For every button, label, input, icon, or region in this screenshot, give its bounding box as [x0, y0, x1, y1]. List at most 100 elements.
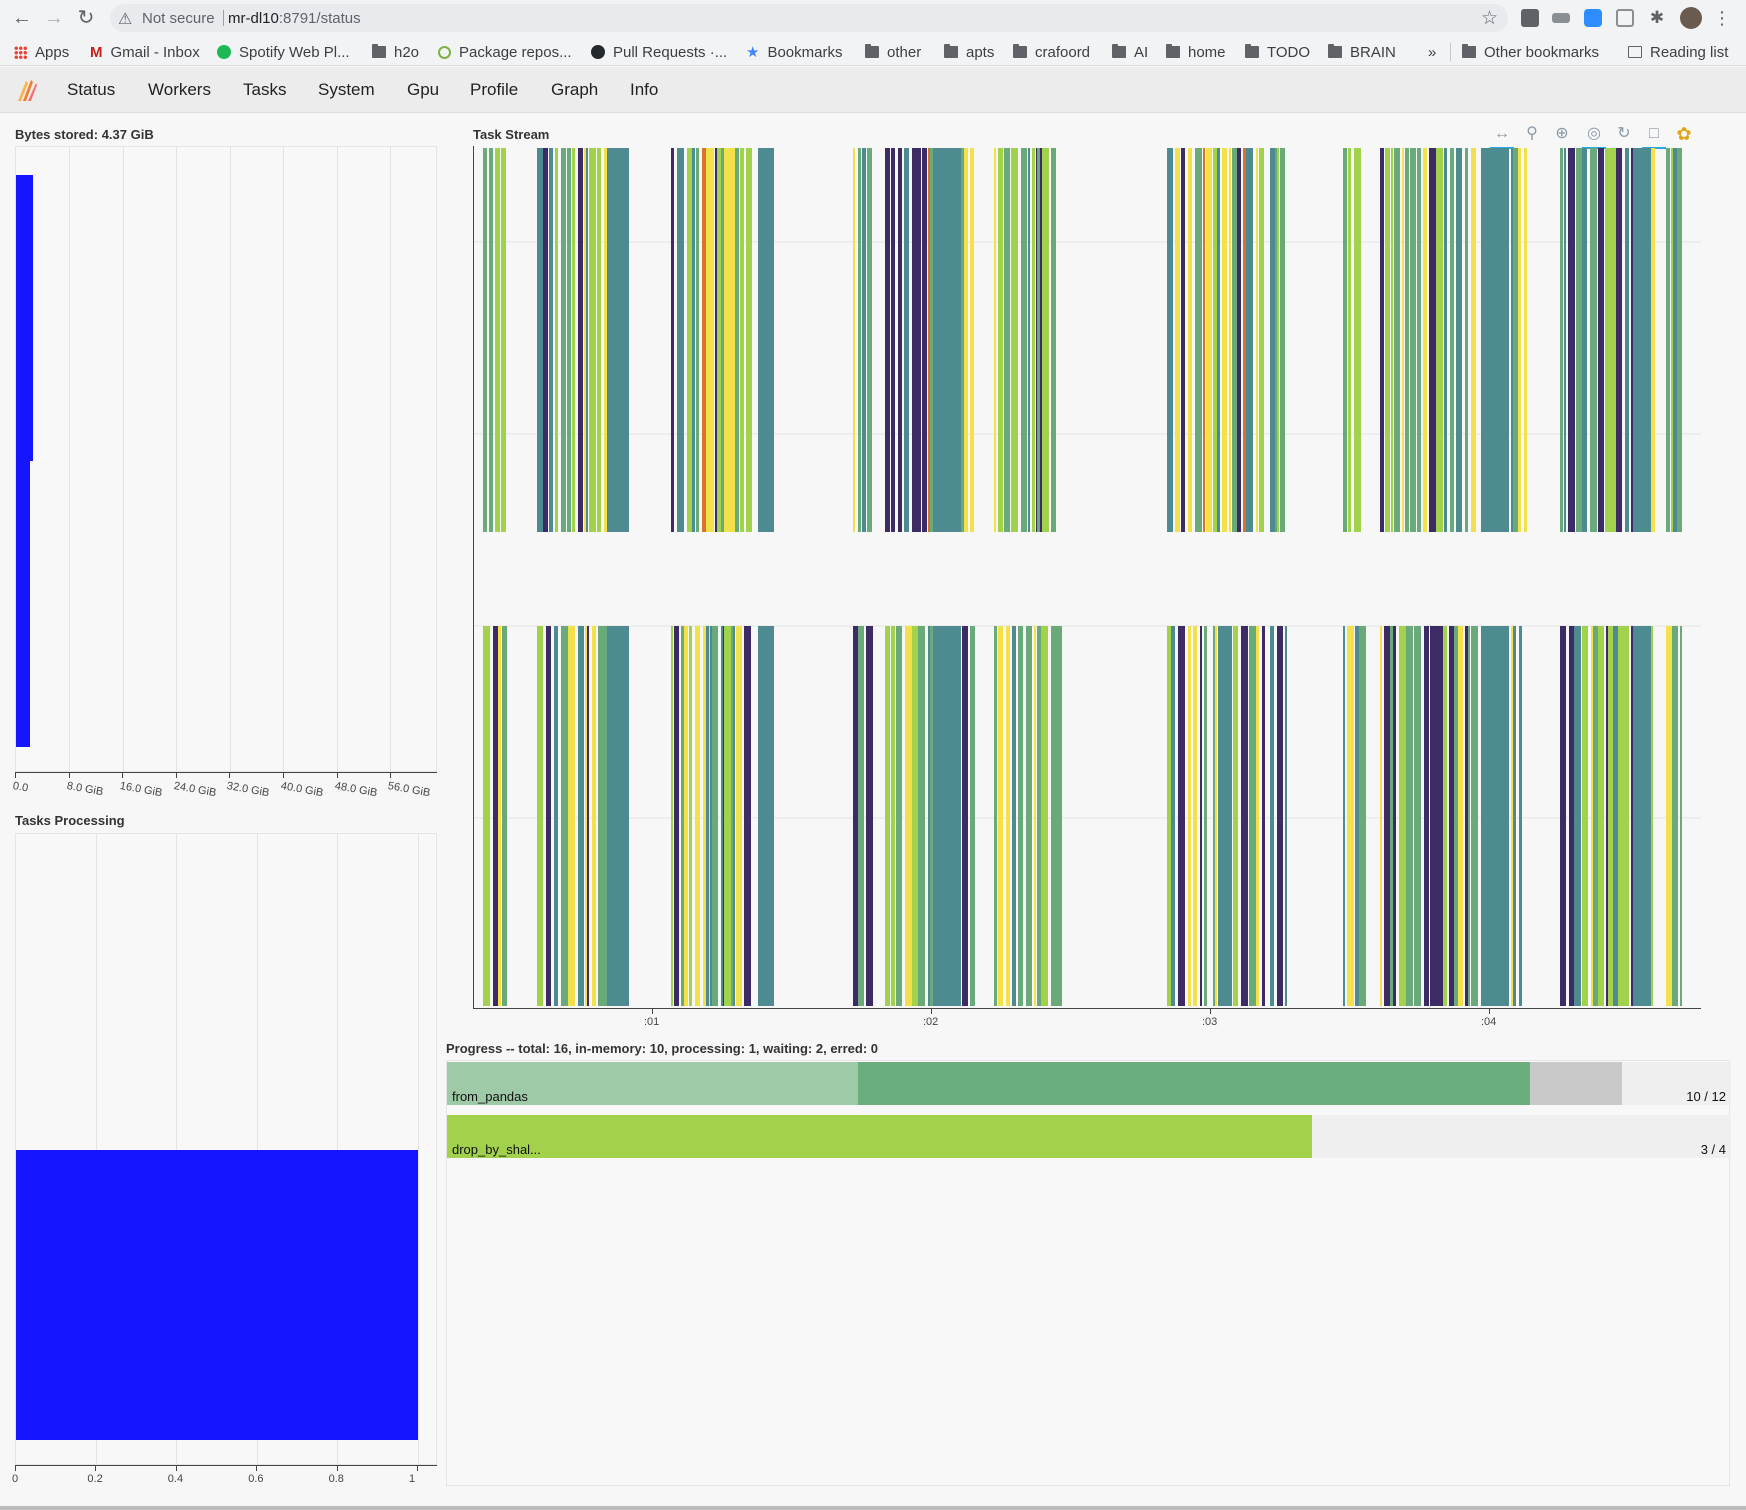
- task-stream-bar[interactable]: [1343, 626, 1345, 1006]
- task-stream-bar[interactable]: [1465, 626, 1468, 1006]
- task-stream-bar[interactable]: [1004, 148, 1010, 532]
- task-stream-bar[interactable]: [1051, 148, 1056, 532]
- task-stream-bar[interactable]: [1270, 626, 1274, 1006]
- task-stream-bar[interactable]: [709, 148, 714, 532]
- bookmark-package-repos[interactable]: Package repos...: [438, 42, 572, 62]
- task-stream-bar[interactable]: [1280, 148, 1285, 532]
- bookmark-gmail[interactable]: M Gmail - Inbox: [90, 42, 200, 62]
- wheel-zoom-icon[interactable]: ⊕: [1550, 122, 1574, 146]
- task-stream-bar[interactable]: [1225, 626, 1232, 1006]
- task-stream-bar[interactable]: [549, 148, 553, 532]
- task-stream-bar[interactable]: [1560, 626, 1566, 1006]
- task-stream-bar[interactable]: [1569, 626, 1574, 1006]
- task-stream-bar[interactable]: [1633, 148, 1651, 532]
- hover-tool-icon[interactable]: □: [1642, 122, 1666, 149]
- task-stream-bar[interactable]: [1277, 626, 1283, 1006]
- task-stream-bar[interactable]: [744, 626, 751, 1006]
- task-stream-bar[interactable]: [1218, 626, 1225, 1006]
- task-stream-bar[interactable]: [1012, 626, 1016, 1006]
- task-stream-bar[interactable]: [858, 626, 864, 1006]
- task-stream-bar[interactable]: [1633, 626, 1651, 1006]
- puzzle-extensions-icon[interactable]: ✱: [1645, 6, 1669, 30]
- task-stream-bar[interactable]: [1402, 148, 1404, 532]
- progress-row-drop-by-shal[interactable]: drop_by_shal... 3 / 4: [447, 1115, 1731, 1158]
- task-stream-bar[interactable]: [578, 148, 583, 532]
- task-stream-bar[interactable]: [1399, 626, 1406, 1006]
- task-stream-bar[interactable]: [885, 148, 890, 532]
- tasks-processing-bar[interactable]: [16, 1150, 418, 1440]
- task-stream-bar[interactable]: [733, 626, 735, 1006]
- task-stream-bar[interactable]: [740, 148, 744, 532]
- task-stream-bar[interactable]: [721, 148, 723, 532]
- task-stream-bar[interactable]: [1394, 148, 1400, 532]
- task-stream-bar[interactable]: [689, 626, 692, 1006]
- task-stream-bar[interactable]: [912, 626, 918, 1006]
- bookmark-todo[interactable]: TODO: [1245, 42, 1310, 62]
- task-stream-bar[interactable]: [933, 148, 961, 532]
- task-stream-bar[interactable]: [1405, 148, 1409, 532]
- task-stream-bar[interactable]: [1345, 148, 1347, 532]
- task-stream-bar[interactable]: [1513, 626, 1516, 1006]
- task-stream-bar[interactable]: [758, 626, 774, 1006]
- task-stream-bar[interactable]: [1524, 148, 1527, 532]
- task-stream-bar[interactable]: [1582, 148, 1587, 532]
- task-stream-bar[interactable]: [1590, 148, 1597, 532]
- task-stream-bar[interactable]: [961, 148, 964, 532]
- bookmark-brain[interactable]: BRAIN: [1328, 42, 1396, 62]
- task-stream-bar[interactable]: [1481, 148, 1509, 532]
- task-stream-bar[interactable]: [1355, 626, 1359, 1006]
- task-stream-bar[interactable]: [758, 148, 774, 532]
- task-stream-bar[interactable]: [1243, 148, 1246, 532]
- task-stream-bar[interactable]: [1348, 148, 1351, 532]
- task-stream-bar[interactable]: [493, 626, 498, 1006]
- task-stream-bar[interactable]: [1206, 148, 1212, 532]
- task-stream-bar[interactable]: [735, 148, 739, 532]
- task-stream-bar[interactable]: [607, 148, 629, 532]
- bookmark-apts[interactable]: apts: [944, 42, 994, 62]
- task-stream-bar[interactable]: [587, 626, 589, 1006]
- task-stream-bar[interactable]: [1564, 148, 1566, 532]
- task-stream-bar[interactable]: [1677, 148, 1679, 532]
- task-stream-bar[interactable]: [568, 626, 575, 1006]
- task-stream-bar[interactable]: [1680, 626, 1682, 1006]
- task-stream-bar[interactable]: [1666, 148, 1670, 532]
- task-stream-bar[interactable]: [1167, 148, 1173, 532]
- task-stream-bar[interactable]: [1270, 148, 1275, 532]
- task-stream-bar[interactable]: [962, 626, 968, 1006]
- task-stream-bar[interactable]: [736, 626, 742, 1006]
- task-stream-bar[interactable]: [1568, 148, 1575, 532]
- task-stream-bar[interactable]: [1671, 148, 1673, 532]
- task-stream-bar[interactable]: [1034, 626, 1036, 1006]
- task-stream-bar[interactable]: [964, 148, 968, 532]
- task-stream-bar[interactable]: [970, 148, 974, 532]
- task-stream-bar[interactable]: [681, 626, 684, 1006]
- task-stream-bar[interactable]: [1576, 148, 1582, 532]
- task-stream-bar[interactable]: [589, 148, 596, 532]
- task-stream-bar[interactable]: [916, 148, 921, 532]
- task-stream-bar[interactable]: [1471, 148, 1476, 532]
- task-stream-bar[interactable]: [1460, 148, 1462, 532]
- task-stream-bar[interactable]: [998, 626, 1003, 1006]
- task-stream-bar[interactable]: [592, 626, 596, 1006]
- task-stream-bar[interactable]: [674, 626, 679, 1006]
- task-stream-bar[interactable]: [1651, 148, 1655, 532]
- extension-icon[interactable]: [1552, 13, 1570, 23]
- task-stream-bar[interactable]: [1193, 626, 1197, 1006]
- task-stream-bar[interactable]: [1560, 148, 1563, 532]
- task-stream-bar[interactable]: [1450, 148, 1454, 532]
- nav-profile[interactable]: Profile: [470, 80, 518, 100]
- task-stream-bar[interactable]: [1598, 626, 1604, 1006]
- task-stream-bar[interactable]: [1178, 626, 1185, 1006]
- task-stream-bar[interactable]: [1354, 148, 1361, 532]
- pan-tool-icon[interactable]: ↔: [1490, 122, 1514, 149]
- bookmark-apps[interactable]: Apps: [14, 42, 69, 62]
- task-stream-bar[interactable]: [489, 148, 493, 532]
- task-stream-bar[interactable]: [1468, 626, 1470, 1006]
- task-stream-bar[interactable]: [1436, 148, 1443, 532]
- task-stream-bar[interactable]: [1200, 626, 1202, 1006]
- bookmark-other[interactable]: other: [865, 42, 921, 62]
- task-stream-bar[interactable]: [498, 626, 501, 1006]
- task-stream-bar[interactable]: [1359, 626, 1366, 1006]
- task-stream-bar[interactable]: [1213, 626, 1215, 1006]
- task-stream-bar[interactable]: [912, 148, 916, 532]
